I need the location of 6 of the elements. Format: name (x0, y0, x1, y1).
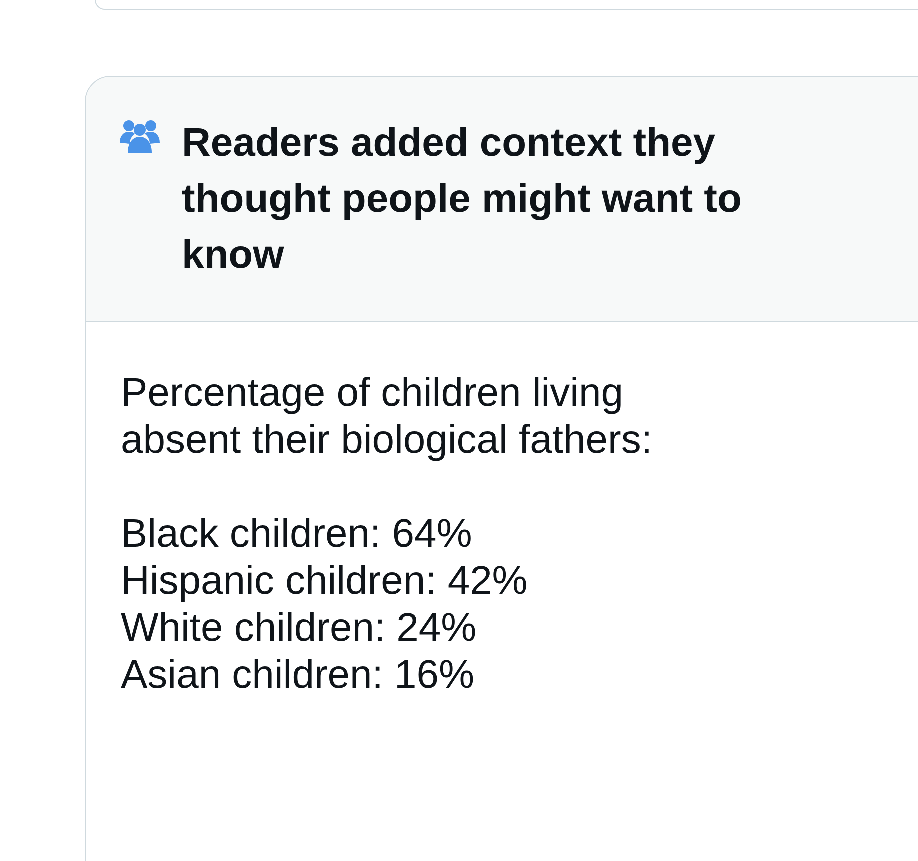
stat-line: Hispanic children: 42% (121, 558, 529, 605)
note-title: Readers added context they thought people might want to know (182, 120, 743, 279)
stat-line: Asian children: 16% (121, 652, 476, 699)
stat-line: White children: 24% (121, 605, 478, 652)
note-text: Percentage of children living absent their biological fathers: (121, 370, 654, 464)
stat-line: Black children: 64% (121, 511, 474, 558)
